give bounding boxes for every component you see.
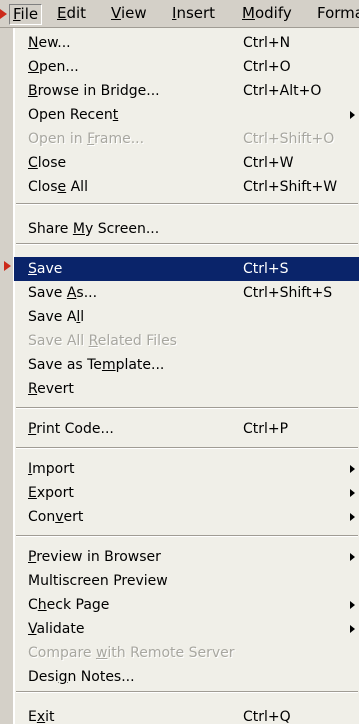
menu-item-open-in-frame-label: Open in Frame... [28,131,145,147]
menu-item-open[interactable]: Open... Ctrl+O [14,55,359,79]
menu-item-new-label: New... [28,35,71,51]
menu-item-open-in-frame: Open in Frame... Ctrl+Shift+O [14,127,359,151]
menu-modify[interactable]: Modify [239,4,295,23]
menu-item-export-label: Export [28,485,74,501]
menu-item-open-recent[interactable]: Open Recent [14,103,359,127]
menu-item-exit-shortcut: Ctrl+Q [243,709,291,724]
menu-separator [16,407,358,409]
menu-file-label: ile [20,5,39,23]
menu-item-share-my-screen[interactable]: Share My Screen... [14,217,359,241]
menu-item-open-recent-label: Open Recent [28,107,119,123]
menu-item-validate[interactable]: Validate [14,617,359,641]
menu-format[interactable]: Forma [314,4,359,23]
menu-item-save-all-related-files: Save All Related Files [14,329,359,353]
menu-item-save-all[interactable]: Save All [14,305,359,329]
menu-item-browse-in-bridge[interactable]: Browse in Bridge... Ctrl+Alt+O [14,79,359,103]
menu-item-preview-in-browser[interactable]: Preview in Browser [14,545,359,569]
menu-item-new[interactable]: New... Ctrl+N [14,31,359,55]
menu-item-print-code-label: Print Code... [28,421,114,437]
menu-view-label: iew [120,4,147,22]
menu-item-compare-with-remote-server-label: Compare with Remote Server [28,645,235,661]
menu-separator [16,203,358,205]
menu-item-multiscreen-preview[interactable]: Multiscreen Preview [14,569,359,593]
menu-view-mnemonic: V [111,4,121,22]
menu-item-open-label: Open... [28,59,79,75]
menu-item-share-my-screen-label: Share My Screen... [28,221,160,237]
menu-item-convert-label: Convert [28,509,84,525]
menu-item-save-as[interactable]: Save As... Ctrl+Shift+S [14,281,359,305]
menu-edit[interactable]: Edit [54,4,89,23]
menu-item-save[interactable]: Save Ctrl+S [14,257,359,281]
menu-item-close-all[interactable]: Close All Ctrl+Shift+W [14,175,359,199]
submenu-arrow-icon [350,489,355,497]
menu-item-save-label: Save [28,261,63,277]
menu-item-exit-label: Exit [28,709,55,724]
menu-item-close[interactable]: Close Ctrl+W [14,151,359,175]
menu-item-preview-in-browser-label: Preview in Browser [28,549,161,565]
menu-item-new-shortcut: Ctrl+N [243,35,291,51]
submenu-arrow-icon [350,513,355,521]
menu-insert[interactable]: Insert [169,4,218,23]
pointer-arrow-icon [4,261,11,271]
menu-item-save-all-label: Save All [28,309,85,325]
file-menu-dropdown: New... Ctrl+N Open... Ctrl+O Browse in Bridg… [13,28,359,724]
menu-item-print-code-shortcut: Ctrl+P [243,421,289,437]
menu-file[interactable]: File [9,4,43,25]
menu-item-print-code[interactable]: Print Code... Ctrl+P [14,417,359,441]
menu-item-browse-in-bridge-label: Browse in Bridge... [28,83,160,99]
menu-item-save-as-template[interactable]: Save as Template... [14,353,359,377]
submenu-arrow-icon [350,601,355,609]
menu-format-label: Forma [317,4,359,22]
menu-item-check-page-label: Check Page [28,597,110,613]
menu-item-browse-in-bridge-shortcut: Ctrl+Alt+O [243,83,322,99]
menu-insert-label: nsert [176,4,216,22]
submenu-arrow-icon [350,465,355,473]
submenu-arrow-icon [350,553,355,561]
menu-item-convert[interactable]: Convert [14,505,359,529]
menu-item-import-label: Import [28,461,75,477]
submenu-arrow-icon [350,111,355,119]
menu-item-save-all-related-files-label: Save All Related Files [28,333,177,349]
menu-item-multiscreen-preview-label: Multiscreen Preview [28,573,168,589]
menu-item-save-as-label: Save As... [28,285,98,301]
menu-item-design-notes[interactable]: Design Notes... [14,665,359,689]
menu-item-close-label: Close [28,155,67,171]
menu-bar: File Edit View Insert Modify Forma [0,0,359,28]
menu-view[interactable]: View [108,4,150,23]
menu-item-close-all-label: Close All [28,179,88,195]
menu-item-check-page[interactable]: Check Page [14,593,359,617]
menu-modify-label: odify [254,4,292,22]
menu-item-export[interactable]: Export [14,481,359,505]
menu-item-close-shortcut: Ctrl+W [243,155,294,171]
menu-separator [16,447,358,449]
menu-edit-label: dit [66,4,87,22]
application-window: File Edit View Insert Modify Forma New..… [0,0,359,724]
menu-item-revert[interactable]: Revert [14,377,359,401]
menu-separator [16,243,358,245]
menu-separator [16,535,358,537]
menu-item-close-all-shortcut: Ctrl+Shift+W [243,179,338,195]
menu-separator [16,691,358,693]
pointer-arrow-icon [0,9,7,19]
menu-item-save-shortcut: Ctrl+S [243,261,289,277]
menu-item-save-as-template-label: Save as Template... [28,357,165,373]
menu-item-exit[interactable]: Exit Ctrl+Q [14,705,359,724]
menu-item-compare-with-remote-server: Compare with Remote Server [14,641,359,665]
menu-item-save-as-shortcut: Ctrl+Shift+S [243,285,333,301]
menu-item-open-in-frame-shortcut: Ctrl+Shift+O [243,131,335,147]
menu-item-import[interactable]: Import [14,457,359,481]
menu-modify-mnemonic: M [242,4,255,22]
submenu-arrow-icon [350,625,355,633]
menu-item-validate-label: Validate [28,621,85,637]
menu-file-mnemonic: F [13,5,21,23]
menu-item-open-shortcut: Ctrl+O [243,59,291,75]
menu-item-design-notes-label: Design Notes... [28,669,135,685]
menu-item-revert-label: Revert [28,381,74,397]
